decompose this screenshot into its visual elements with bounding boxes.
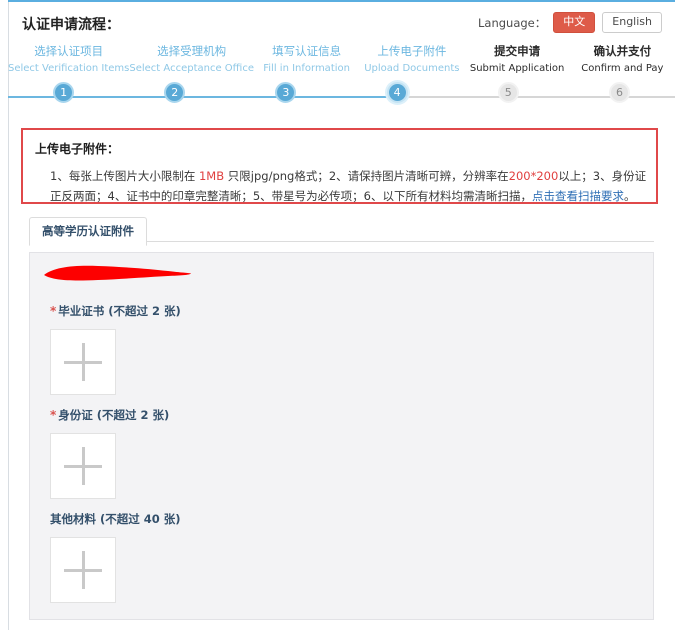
step-3-label-cn: 填写认证信息: [272, 44, 342, 58]
required-star-id-card: *: [50, 408, 57, 422]
step-2-circle[interactable]: 2: [164, 82, 186, 103]
step-6-label-cn: 确认并支付: [593, 44, 652, 58]
step-3-label-en: Fill in Information: [263, 63, 350, 74]
step-2-labels: 选择受理机构 Select Acceptance Office: [129, 44, 254, 76]
upload-box-other[interactable]: [50, 537, 116, 603]
upload-group-diploma-text: 毕业证书 (不超过 2 张): [58, 304, 181, 318]
step-1-circle-wrap: 1: [8, 82, 119, 103]
step-4-label-cn: 上传电子附件: [377, 44, 447, 58]
step-6-circle[interactable]: 6: [608, 82, 630, 103]
notice-size-limit: 1MB: [198, 169, 225, 183]
step-6-labels: 确认并支付 Confirm and Pay: [570, 44, 675, 76]
language-button-chinese[interactable]: 中文: [553, 12, 596, 33]
step-3-labels: 填写认证信息 Fill in Information: [254, 44, 359, 76]
notice-text-2: 只限jpg/png格式；2、请保持图片清晰可辨，分辨率在: [224, 169, 509, 183]
step-4-label-en: Upload Documents: [364, 63, 460, 74]
plus-icon-diploma-v: [82, 343, 85, 381]
step-6-circle-wrap: 6: [564, 82, 675, 103]
step-5-label-en: Submit Application: [469, 63, 565, 74]
scan-requirements-link[interactable]: 点击查看扫描要求: [532, 189, 624, 203]
redaction-mark: [44, 265, 191, 281]
top-accent-rule: [8, 0, 675, 2]
tab-higher-education-attachments[interactable]: 高等学历认证附件: [29, 217, 147, 246]
upload-box-diploma[interactable]: [50, 329, 116, 395]
upload-group-diploma-label: * 毕业证书 (不超过 2 张): [50, 304, 181, 318]
required-star-diploma: *: [50, 304, 57, 318]
notice-text-1: 1、每张上传图片大小限制在: [50, 169, 199, 183]
language-label: Language：: [478, 15, 547, 30]
upload-group-other: 其他材料 (不超过 40 张): [50, 512, 181, 603]
page-header: 认证申请流程： Language： 中文 English: [22, 12, 662, 38]
upload-group-id-card-text: 身份证 (不超过 2 张): [58, 408, 170, 422]
step-5-labels: 提交申请 Submit Application: [464, 44, 569, 76]
step-5-circle-wrap: 5: [453, 82, 564, 103]
step-6-label-en: Confirm and Pay: [581, 63, 664, 74]
step-1-label-cn: 选择认证项目: [34, 44, 104, 58]
step-2-circle-wrap: 2: [119, 82, 230, 103]
notice-text-4: 。: [623, 189, 636, 203]
notice-resolution: 200*200: [508, 169, 559, 183]
language-switcher: Language： 中文 English: [478, 12, 662, 33]
upload-group-id-card-label: * 身份证 (不超过 2 张): [50, 408, 169, 422]
step-2-label-cn: 选择受理机构: [157, 44, 227, 58]
step-3-circle[interactable]: 3: [275, 82, 297, 103]
step-5-label-cn: 提交申请: [494, 44, 541, 58]
upload-group-other-label: 其他材料 (不超过 40 张): [50, 512, 181, 526]
language-button-english[interactable]: English: [602, 12, 662, 33]
progress-stepper: 选择认证项目 Select Verification Items 选择受理机构 …: [8, 44, 675, 112]
stepper-circles: 1 2 3 4 5 6: [8, 82, 675, 103]
step-4-circle[interactable]: 4: [386, 82, 408, 103]
step-1-labels: 选择认证项目 Select Verification Items: [8, 44, 129, 76]
step-5-circle[interactable]: 5: [497, 82, 519, 103]
notice-title: 上传电子附件：: [35, 142, 120, 156]
step-1-circle[interactable]: 1: [53, 82, 75, 103]
attachment-tabs: 高等学历认证附件: [29, 217, 654, 246]
step-1-label-en: Select Verification Items: [8, 63, 130, 74]
upload-group-other-text: 其他材料 (不超过 40 张): [50, 512, 181, 526]
page-title: 认证申请流程：: [22, 17, 120, 33]
plus-icon-id-card-v: [82, 447, 85, 485]
step-4-labels: 上传电子附件 Upload Documents: [359, 44, 464, 76]
application-page: 认证申请流程： Language： 中文 English 选择认证项目 Sele…: [0, 0, 675, 630]
step-4-circle-wrap: 4: [342, 82, 453, 103]
upload-group-diploma: * 毕业证书 (不超过 2 张): [50, 304, 181, 395]
upload-panel: * 毕业证书 (不超过 2 张) * 身份证 (不超过 2 张) 其他材料 (不超过…: [29, 252, 654, 620]
upload-box-id-card[interactable]: [50, 433, 116, 499]
plus-icon-other-v: [82, 551, 85, 589]
step-2-label-en: Select Acceptance Office: [129, 63, 254, 74]
upload-group-id-card: * 身份证 (不超过 2 张): [50, 408, 169, 499]
notice-body: 1、每张上传图片大小限制在 1MB 只限jpg/png格式；2、请保持图片清晰可…: [50, 166, 650, 206]
stepper-labels: 选择认证项目 Select Verification Items 选择受理机构 …: [8, 44, 675, 76]
step-3-circle-wrap: 3: [230, 82, 341, 103]
upload-notice-box: 上传电子附件： 1、每张上传图片大小限制在 1MB 只限jpg/png格式；2、…: [21, 128, 658, 204]
